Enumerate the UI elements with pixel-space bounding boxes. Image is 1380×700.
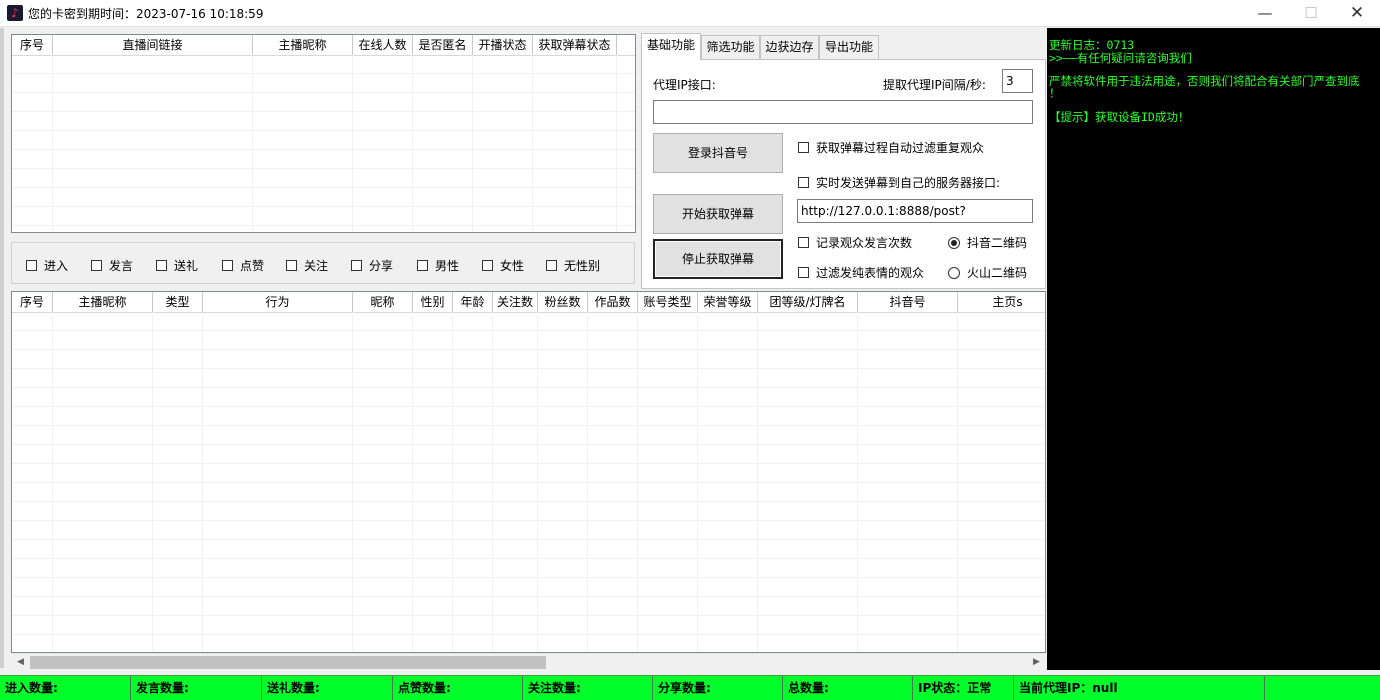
checkbox-icon (351, 260, 362, 271)
checkbox-icon (417, 260, 428, 271)
filter-checkbox[interactable]: 关注 (286, 257, 328, 274)
column-header[interactable]: 昵称 (353, 292, 413, 312)
horizontal-scrollbar[interactable]: ◀ ▶ (12, 653, 1045, 670)
interval-input[interactable]: 3 (1002, 69, 1033, 93)
status-current-proxy: 当前代理IP：null (1014, 676, 1265, 700)
interval-label: 提取代理IP间隔/秒: (883, 78, 986, 92)
log-line: 严禁将软件用于违法用途，否则我们将配合有关部门严查到底 (1049, 74, 1360, 88)
column-header[interactable]: 抖音号 (858, 292, 958, 312)
tab-basic[interactable]: 基础功能 (641, 33, 701, 60)
column-header[interactable]: 主播昵称 (253, 35, 353, 55)
record-count-checkbox[interactable]: 记录观众发言次数 (798, 234, 912, 251)
filter-checkbox[interactable]: 无性别 (546, 257, 600, 274)
danmu-grid[interactable]: 序号 主播昵称 类型 行为 昵称 性别 年龄 关注数 粉丝数 作品数 账号类型 荣誉等级 团等级/灯牌名… (11, 291, 1046, 653)
window-title: 您的卡密到期时间：2023-07-16 10:18:59 (28, 7, 264, 21)
column-header[interactable]: 获取弹幕状态 (533, 35, 617, 55)
tab-export[interactable]: 导出功能 (819, 35, 879, 59)
title-bar: ♪ 您的卡密到期时间：2023-07-16 10:18:59 — ☐ ✕ (0, 0, 1380, 27)
column-header[interactable]: 主播昵称 (53, 292, 153, 312)
proxy-label: 代理IP接口: (653, 78, 716, 92)
column-header[interactable]: 类型 (153, 292, 203, 312)
filter-checkbox[interactable]: 点赞 (222, 257, 264, 274)
checkbox-icon (156, 260, 167, 271)
column-header[interactable]: 账号类型 (638, 292, 698, 312)
server-url-input[interactable]: http://127.0.0.1:8888/post? (797, 199, 1033, 223)
checkbox-icon (798, 142, 809, 153)
filter-checkbox[interactable]: 送礼 (156, 257, 198, 274)
checkbox-icon (546, 260, 557, 271)
status-like-count: 点赞数量: (393, 676, 523, 700)
room-grid-header: 序号 直播间链接 主播昵称 在线人数 是否匿名 开播状态 获取弹幕状态 (12, 35, 635, 56)
douyin-logo-icon: ♪ (7, 5, 23, 21)
column-header[interactable]: 序号 (12, 35, 53, 55)
log-line: >>——有任何疑问请咨询我们 (1049, 51, 1192, 65)
status-follow-count: 关注数量: (523, 676, 653, 700)
status-bar: 进入数量: 发言数量: 送礼数量: 点赞数量: 关注数量: 分享数量: 总数量:… (0, 675, 1380, 700)
douyin-qr-radio[interactable]: 抖音二维码 (948, 234, 1027, 251)
column-header[interactable]: 序号 (12, 292, 53, 312)
filter-emoji-checkbox[interactable]: 过滤发纯表情的观众 (798, 264, 924, 281)
column-header[interactable]: 直播间链接 (53, 35, 253, 55)
column-header[interactable]: 作品数 (588, 292, 638, 312)
scroll-thumb[interactable] (30, 656, 546, 669)
tab-filter[interactable]: 筛选功能 (701, 35, 760, 59)
stop-fetch-button[interactable]: 停止获取弹幕 (653, 239, 783, 279)
status-speak-count: 发言数量: (131, 676, 262, 700)
filter-checkbox[interactable]: 发言 (91, 257, 133, 274)
column-header[interactable]: 荣誉等级 (698, 292, 758, 312)
column-header[interactable]: 主页s (958, 292, 1045, 312)
checkbox-icon (798, 237, 809, 248)
column-header[interactable]: 关注数 (493, 292, 538, 312)
desktop-edge (0, 28, 4, 668)
column-header[interactable]: 性别 (413, 292, 453, 312)
status-ip-state: IP状态：正常 (913, 676, 1014, 700)
log-line: 【提示】获取设备ID成功！ (1049, 110, 1190, 124)
start-fetch-button[interactable]: 开始获取弹幕 (653, 194, 783, 234)
close-button[interactable]: ✕ (1334, 0, 1380, 27)
log-console: 更新日志：0713 >>——有任何疑问请咨询我们 严禁将软件用于违法用途，否则我们将… (1047, 28, 1380, 670)
checkbox-icon (91, 260, 102, 271)
danmu-grid-header: 序号 主播昵称 类型 行为 昵称 性别 年龄 关注数 粉丝数 作品数 账号类型 荣誉等级 团等级/灯牌名… (12, 292, 1045, 313)
scroll-left-icon[interactable]: ◀ (12, 654, 29, 671)
log-line: ！ (1049, 86, 1061, 100)
radio-icon (948, 266, 960, 279)
send-server-checkbox[interactable]: 实时发送弹幕到自己的服务器接口: (798, 174, 1000, 191)
proxy-api-input[interactable] (653, 100, 1033, 124)
column-header[interactable]: 行为 (203, 292, 353, 312)
filter-checkbox[interactable]: 分享 (351, 257, 393, 274)
scroll-right-icon[interactable]: ▶ (1028, 654, 1045, 671)
checkbox-icon (286, 260, 297, 271)
column-header[interactable]: 粉丝数 (538, 292, 588, 312)
dedupe-checkbox[interactable]: 获取弹幕过程自动过滤重复观众 (798, 139, 984, 156)
checkbox-icon (26, 260, 37, 271)
status-enter-count: 进入数量: (0, 676, 131, 700)
login-douyin-button[interactable]: 登录抖音号 (653, 133, 783, 173)
radio-icon (948, 236, 960, 249)
checkbox-icon (222, 260, 233, 271)
filter-checkbox[interactable]: 女性 (482, 257, 524, 274)
column-header[interactable]: 是否匿名 (413, 35, 473, 55)
filter-checkbox[interactable]: 进入 (26, 257, 68, 274)
status-share-count: 分享数量: (653, 676, 783, 700)
checkbox-icon (482, 260, 493, 271)
status-total-count: 总数量: (783, 676, 913, 700)
column-header[interactable]: 开播状态 (473, 35, 533, 55)
checkbox-icon (798, 267, 809, 278)
column-header[interactable]: 年龄 (453, 292, 493, 312)
tab-save-while-fetch[interactable]: 边获边存 (760, 35, 819, 59)
minimize-button[interactable]: — (1242, 0, 1288, 27)
status-gift-count: 送礼数量: (262, 676, 393, 700)
column-header[interactable]: 在线人数 (353, 35, 413, 55)
room-grid[interactable]: 序号 直播间链接 主播昵称 在线人数 是否匿名 开播状态 获取弹幕状态 (11, 34, 636, 233)
maximize-button[interactable]: ☐ (1288, 0, 1334, 27)
column-header[interactable]: 团等级/灯牌名 (758, 292, 858, 312)
filter-checkbox[interactable]: 男性 (417, 257, 459, 274)
checkbox-icon (798, 177, 809, 188)
huoshan-qr-radio[interactable]: 火山二维码 (948, 264, 1027, 281)
